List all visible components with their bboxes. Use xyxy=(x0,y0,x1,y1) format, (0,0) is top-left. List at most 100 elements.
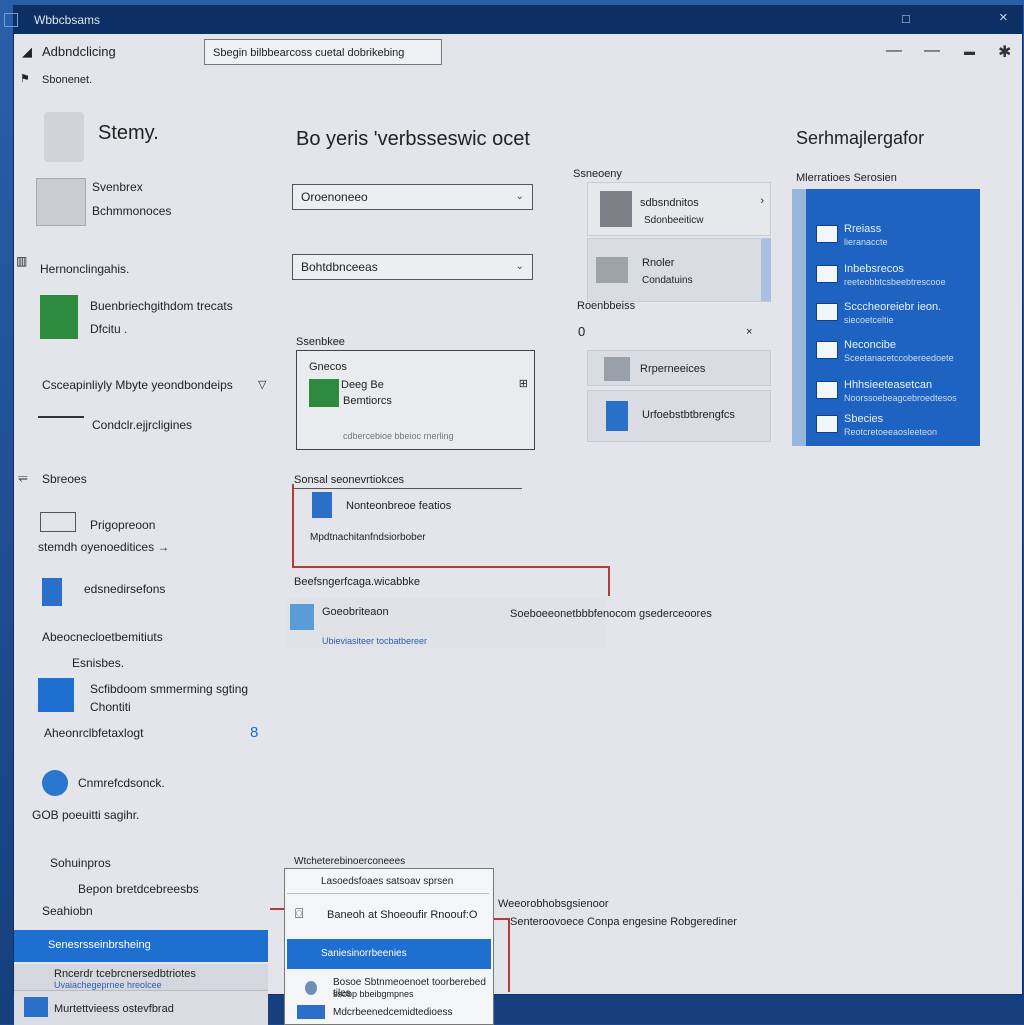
selected-nav-label: Senesrsseinbrsheing xyxy=(48,939,151,951)
mid-item-sub: Sdonbeeiticw xyxy=(644,215,704,226)
left-item-title[interactable]: Hernonclingahis. xyxy=(40,262,129,276)
maximize-button[interactable]: □ xyxy=(902,11,910,26)
left-item-title[interactable]: Condclr.ejjrcligines xyxy=(92,418,192,432)
mid-item-title: sdbsndnitos xyxy=(640,197,699,209)
chevron-down-icon[interactable]: ▽ xyxy=(258,378,266,391)
popup-item-label: Baneoh at Shoeoufir Rnoouf:O xyxy=(327,909,478,921)
card-icon xyxy=(309,379,339,407)
search-input[interactable]: Sbegin bilbbearcoss cuetal dobrikebing xyxy=(204,39,442,65)
nav-item-bottom-label: Murtettvieess ostevfbrad xyxy=(54,1003,174,1015)
left-item-title[interactable]: Buenbriechgithdom trecats xyxy=(90,299,233,313)
nav-item[interactable]: Rncerdr tcebrcnersedbtriotes Uvaiachegep… xyxy=(14,964,268,990)
dropdown-1[interactable]: Oroenoneeo ⌄ xyxy=(292,184,533,210)
related-item-title: Sbecies xyxy=(844,413,884,425)
title-bar: Wbbcbsams □ × xyxy=(4,6,1022,34)
related-item-sub: Noorssoebeagcebroedtesos xyxy=(844,393,957,403)
list-item-sub: Ubieviasiteer tocbatbereer xyxy=(322,636,428,646)
left-item-title[interactable]: GOB poeuitti sagihr. xyxy=(32,808,139,822)
card-line2: Bemtiorcs xyxy=(343,395,392,407)
selected-nav-item[interactable]: Senesrsseinbrsheing xyxy=(14,930,268,962)
settings-window: Wbbcbsams □ × ◢ Adbndclicing ⚑ Sbonenet.… xyxy=(4,6,1022,1025)
mid-value: 0 xyxy=(578,324,586,339)
settings-row[interactable]: Nonteonbreoe featios xyxy=(346,500,451,512)
related-item[interactable]: Hhhsieeteasetcan Noorssoebeagcebroedtesos xyxy=(816,379,957,403)
mid-list-item[interactable]: Urfoebstbtbrengfcs xyxy=(587,390,771,442)
mid-list-item[interactable]: Rrperneeices xyxy=(587,350,771,386)
popup-item[interactable]: Bosoe Sbtnmeoenoet toorberebed tiles sso… xyxy=(287,973,489,1001)
annotation-line xyxy=(608,566,610,596)
nav-item-label: Rncerdr tcebrcnersedbtriotes xyxy=(54,968,196,980)
restore-icon[interactable]: — xyxy=(924,42,940,60)
left-item-title[interactable]: Aheonrclbfetaxlogt xyxy=(44,726,143,740)
list-item-meta: Soeboeeonetbbbfenocom gsederceoores xyxy=(510,608,712,620)
related-item-title: Scccheoreiebr ieon. xyxy=(844,301,942,313)
left-item-title[interactable]: Abeocnecloetbemitiuts xyxy=(42,630,163,644)
left-item-title[interactable]: edsnedirsefons xyxy=(84,582,165,596)
app-icon xyxy=(816,415,838,433)
left-item-title[interactable]: Csceapinliyly Mbyte yeondbondeips xyxy=(42,378,233,392)
popup-item[interactable]: Lasoedsfoaes satsoav sprsen xyxy=(287,871,489,894)
subnav-link[interactable]: Sbonenet. xyxy=(42,74,92,86)
app-icon xyxy=(816,225,838,243)
chevron-right-icon: › xyxy=(760,195,764,207)
mid-list-item[interactable]: Rnoler Condatuins xyxy=(587,238,771,302)
settings-row-sub: Mpdtnachitanfndsiorbober xyxy=(310,532,426,543)
camera-icon: ⌼ xyxy=(295,905,304,921)
left-item-sub: Esnisbes. xyxy=(72,656,125,670)
tile-icon[interactable]: ▬ xyxy=(964,46,975,58)
related-item[interactable]: Scccheoreiebr ieon. siecoetceltie xyxy=(816,301,942,325)
left-item-title[interactable]: Bepon bretdcebreesbs xyxy=(78,882,199,896)
left-item-title[interactable]: Scfibdoom smmerming sgting xyxy=(90,682,248,696)
close-icon[interactable]: × xyxy=(746,326,752,338)
related-item-sub: Sceetanacetccobereedoete xyxy=(844,353,954,363)
related-item[interactable]: Rreiass lieranaccte xyxy=(816,223,888,247)
card-menu-icon[interactable]: ⊞ xyxy=(519,377,528,390)
chevron-down-icon: ⌄ xyxy=(515,191,524,202)
popup-item-label: Saniesinorrbeenies xyxy=(321,948,407,959)
close-button[interactable]: × xyxy=(999,9,1008,26)
left-item-title[interactable]: Cnmrefcdsonck. xyxy=(78,776,165,790)
card[interactable]: Gnecos Deeg Be Bemtiorcs cdbercebioe bbe… xyxy=(296,350,535,450)
security-icon xyxy=(305,981,317,995)
breadcrumb[interactable]: Adbndclicing xyxy=(42,44,116,59)
left-item-title[interactable]: Svenbrex xyxy=(92,180,143,194)
window-title: Wbbcbsams xyxy=(34,13,101,27)
related-item[interactable]: Inbebsrecos reeteobbtcsbeebtrescooe xyxy=(816,263,946,287)
printer-icon xyxy=(596,257,628,283)
annotation-line xyxy=(508,918,510,992)
dropdown-1-value: Oroenoneeo xyxy=(301,190,368,204)
list-item[interactable]: Goeobriteaon Ubieviasiteer tocbatbereer xyxy=(286,598,606,648)
app-icon xyxy=(816,341,838,359)
list-item-title: Goeobriteaon xyxy=(322,606,389,618)
dropdown-2[interactable]: Bohtdbnceeas ⌄ xyxy=(292,254,533,280)
related-item[interactable]: Neconcibe Sceetanacetccobereedoete xyxy=(816,339,954,363)
related-item-sub: lieranaccte xyxy=(844,237,888,247)
popup-item-selected[interactable]: Saniesinorrbeenies xyxy=(287,939,491,969)
grid-icon: ▥ xyxy=(16,254,28,268)
back-icon[interactable]: ◢ xyxy=(22,44,32,60)
related-item-title: Hhhsieeteasetcan xyxy=(844,379,933,391)
mid-list-item[interactable]: sdbsndnitos Sdonbeeiticw › xyxy=(587,182,771,236)
subnav-icon: ⚑ xyxy=(20,73,30,85)
mid-item-title: Urfoebstbtbrengfcs xyxy=(642,409,735,421)
nav-item-bottom[interactable]: Murtettvieess ostevfbrad xyxy=(14,990,268,1025)
left-item-title[interactable]: Prigopreoon xyxy=(90,518,155,532)
popup-item[interactable]: ⌼ Baneoh at Shoeoufir Rnoouf:O xyxy=(287,901,489,931)
popup-item-sub: ssobp bbeibgmpnes xyxy=(333,989,414,999)
excel-icon xyxy=(40,295,78,339)
dropdown-2-value: Bohtdbnceeas xyxy=(301,260,378,274)
annotation-line xyxy=(292,484,294,568)
related-item-title: Rreiass xyxy=(844,223,882,235)
related-item[interactable]: Sbecies Reotcretoeeaosleeteon xyxy=(816,413,937,437)
app-icon xyxy=(4,13,18,27)
left-item-title[interactable]: Sohuinpros xyxy=(50,856,111,870)
section-label: Ssenbkee xyxy=(296,336,345,348)
popup-item[interactable]: Mdcrbeenedcemidtedioess xyxy=(287,1003,489,1023)
minimize-icon[interactable]: — xyxy=(886,42,902,60)
left-item-title[interactable]: Sbreoes xyxy=(42,472,87,486)
gear-icon[interactable]: ✱ xyxy=(998,42,1011,62)
left-item-title[interactable]: Seahiobn xyxy=(42,904,93,918)
mid-item-title: Rnoler xyxy=(642,257,675,269)
page-title: Bo yeris 'verbsseswic ocet xyxy=(296,128,530,150)
folder-icon xyxy=(24,997,48,1017)
